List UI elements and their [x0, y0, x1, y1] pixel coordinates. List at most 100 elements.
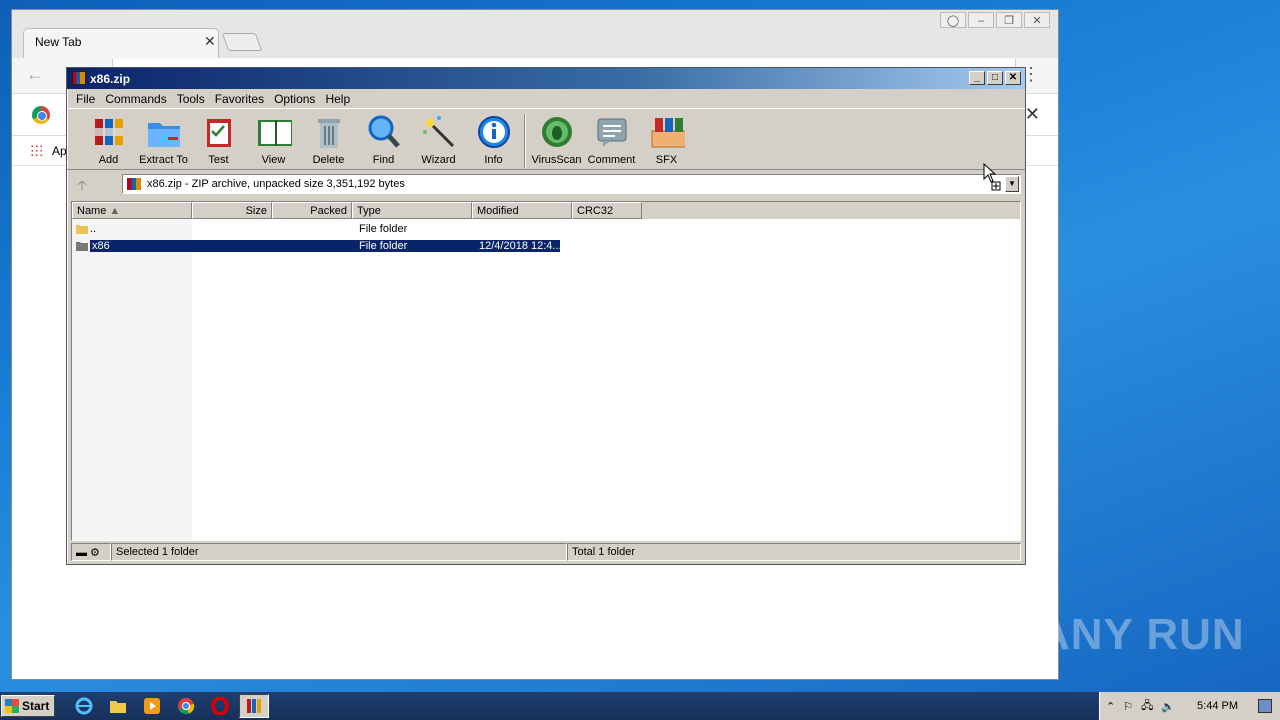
- column-header-modified[interactable]: Modified: [472, 202, 572, 219]
- wizard-label: Wizard: [421, 154, 456, 166]
- add-label: Add: [98, 154, 119, 166]
- list-header: Name ▲ Size Packed Type Modified CRC32: [72, 202, 1020, 219]
- path-combobox[interactable]: x86.zip - ZIP archive, unpacked size 3,3…: [122, 174, 1021, 194]
- windows-flag-icon: [5, 699, 19, 713]
- test-clipboard-icon: [201, 114, 237, 150]
- info-button[interactable]: Info: [466, 114, 521, 169]
- start-button[interactable]: Start: [1, 695, 55, 717]
- row-type: File folder: [359, 222, 408, 235]
- archive-icon: [127, 178, 141, 190]
- comment-icon: [594, 114, 630, 150]
- extract-folder-icon: [146, 114, 182, 150]
- user-icon[interactable]: ◯: [940, 12, 966, 28]
- test-label: Test: [208, 154, 229, 166]
- comment-label: Comment: [587, 154, 636, 166]
- taskbar: Start ⌃ ⚐ 🖧 🔈 5:44 PM: [0, 692, 1280, 720]
- action-center-flag-icon[interactable]: ⚐: [1123, 700, 1133, 713]
- address-bar: 🡡 x86.zip - ZIP archive, unpacked size 3…: [67, 170, 1025, 197]
- path-text: x86.zip - ZIP archive, unpacked size 3,3…: [147, 178, 405, 190]
- apps-grid-icon[interactable]: [30, 144, 43, 157]
- wizard-button[interactable]: Wizard: [411, 114, 466, 169]
- menu-bar: File Commands Tools Favorites Options He…: [67, 89, 1025, 108]
- minimize-button[interactable]: _: [969, 71, 985, 85]
- sfx-button[interactable]: SFX: [639, 114, 694, 169]
- start-label: Start: [22, 699, 50, 713]
- opera-icon[interactable]: [205, 694, 235, 718]
- ie-icon[interactable]: [69, 694, 99, 718]
- info-label: Info: [484, 154, 503, 166]
- column-header-crc32[interactable]: CRC32: [572, 202, 642, 219]
- test-button[interactable]: Test: [191, 114, 246, 169]
- chrome-logo-icon: [32, 106, 50, 124]
- magic-wand-icon: [421, 114, 457, 150]
- close-icon[interactable]: ✕: [1025, 104, 1040, 125]
- toolbar: Add Extract To Test View Delete Find Wiz…: [67, 108, 1025, 170]
- window-title: x86.zip: [90, 72, 131, 86]
- table-row[interactable]: x86 File folder 12/4/2018 12:4...: [72, 237, 560, 254]
- close-button[interactable]: ✕: [1005, 71, 1021, 85]
- view-book-icon: [256, 114, 292, 150]
- add-archive-icon: [91, 114, 127, 150]
- column-header-size[interactable]: Size: [192, 202, 272, 219]
- watermark: ANY RUN: [1038, 610, 1245, 659]
- apps-bookmark-label[interactable]: Ap: [52, 144, 67, 158]
- system-tray: ⌃ ⚐ 🖧 🔈 5:44 PM: [1098, 692, 1280, 720]
- winrar-icon[interactable]: [239, 694, 269, 718]
- folder-icon: [76, 224, 88, 234]
- maximize-button[interactable]: □: [987, 71, 1003, 85]
- row-type: File folder: [354, 239, 474, 252]
- menu-help[interactable]: Help: [320, 92, 355, 108]
- add-button[interactable]: Add: [81, 114, 136, 169]
- delete-button[interactable]: Delete: [301, 114, 356, 169]
- window-controls: _ □ ✕: [969, 71, 1021, 85]
- extract-to-button[interactable]: Extract To: [136, 114, 191, 169]
- column-header-name[interactable]: Name ▲: [72, 202, 192, 219]
- folder-icon: [76, 241, 88, 251]
- menu-commands[interactable]: Commands: [100, 92, 171, 108]
- chrome-tab-title: New Tab: [35, 35, 82, 49]
- winrar-window: x86.zip _ □ ✕ File Commands Tools Favori…: [66, 67, 1026, 565]
- media-player-icon[interactable]: [137, 694, 167, 718]
- virusscan-button[interactable]: VirusScan: [529, 114, 584, 169]
- up-arrow-icon[interactable]: 🡡: [77, 175, 87, 199]
- close-icon[interactable]: ✕: [1024, 12, 1050, 28]
- virus-bug-icon: [539, 114, 575, 150]
- menu-options[interactable]: Options: [269, 92, 320, 108]
- chrome-tab-new-tab[interactable]: New Tab ✕: [23, 28, 219, 58]
- chrome-titlebar: New Tab ✕ ◯ – ❐ ✕: [12, 10, 1058, 58]
- table-row[interactable]: .. File folder: [72, 220, 574, 237]
- winrar-icon: [72, 71, 86, 85]
- back-arrow-icon[interactable]: ←: [26, 64, 44, 85]
- status-right: Total 1 folder: [567, 543, 1021, 561]
- chevron-down-icon[interactable]: ▼: [1005, 176, 1019, 192]
- virusscan-label: VirusScan: [531, 154, 582, 166]
- menu-tools[interactable]: Tools: [172, 92, 210, 108]
- row-name: x86: [90, 239, 354, 252]
- name-column-shade: [72, 220, 192, 540]
- menu-file[interactable]: File: [71, 92, 100, 108]
- show-hidden-icons-icon[interactable]: ⌃: [1106, 700, 1115, 713]
- new-tab-button[interactable]: [221, 33, 263, 51]
- volume-icon[interactable]: 🔈: [1161, 700, 1175, 713]
- status-left: Selected 1 folder: [111, 543, 567, 561]
- minimize-icon[interactable]: –: [968, 12, 994, 28]
- winrar-titlebar[interactable]: x86.zip _ □ ✕: [67, 68, 1025, 89]
- drive-status-icon: ▬ ⚙: [71, 543, 111, 561]
- show-desktop-icon[interactable]: [1258, 699, 1272, 713]
- toolbar-separator: [524, 114, 526, 168]
- close-icon[interactable]: ✕: [204, 33, 218, 50]
- trash-can-icon: [311, 114, 347, 150]
- explorer-folder-icon[interactable]: [103, 694, 133, 718]
- find-button[interactable]: Find: [356, 114, 411, 169]
- menu-favorites[interactable]: Favorites: [210, 92, 269, 108]
- comment-button[interactable]: Comment: [584, 114, 639, 169]
- clock[interactable]: 5:44 PM: [1197, 700, 1238, 712]
- info-icon: [476, 114, 512, 150]
- view-button[interactable]: View: [246, 114, 301, 169]
- chrome-icon[interactable]: [171, 694, 201, 718]
- restore-icon[interactable]: ❐: [996, 12, 1022, 28]
- cursor-icon: [983, 163, 1001, 191]
- network-icon[interactable]: 🖧: [1141, 697, 1153, 716]
- column-header-packed[interactable]: Packed: [272, 202, 352, 219]
- column-header-type[interactable]: Type: [352, 202, 472, 219]
